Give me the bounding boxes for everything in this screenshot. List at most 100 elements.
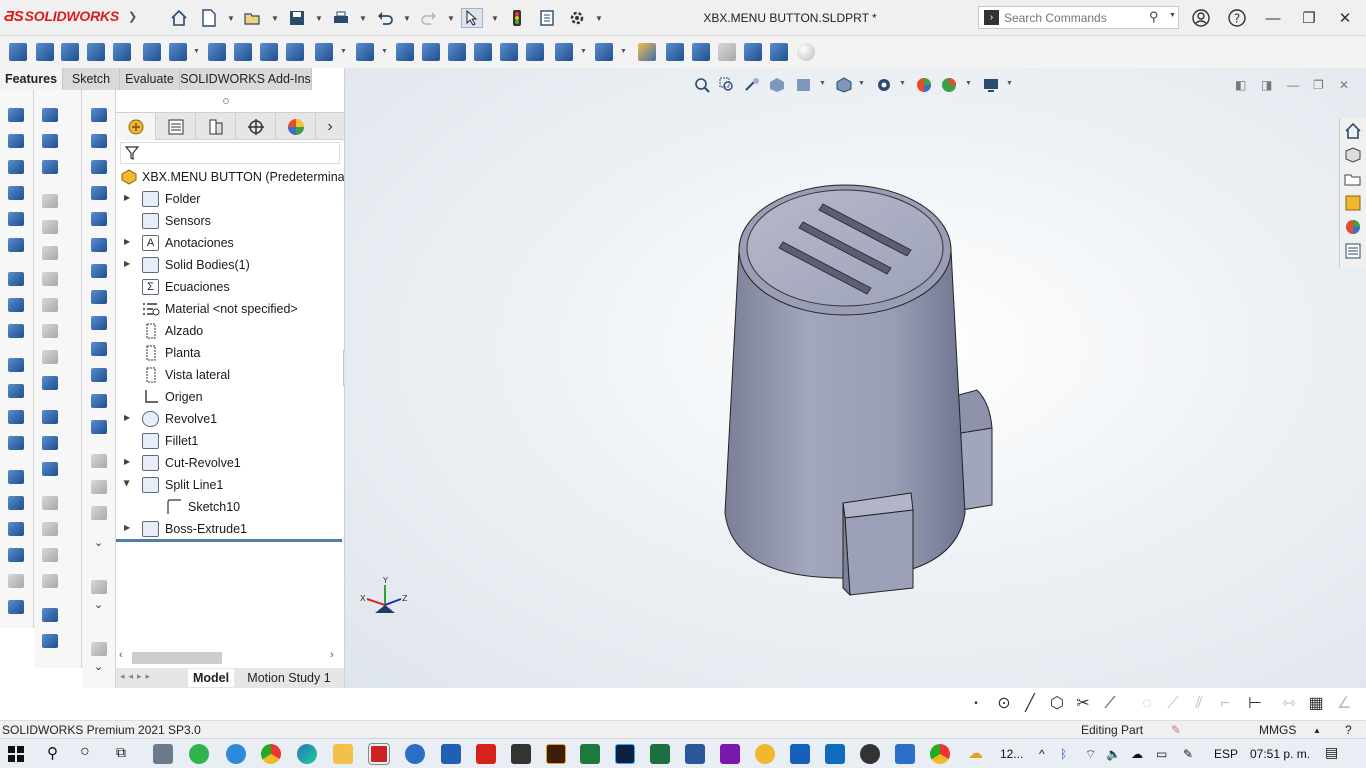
app-icon[interactable]	[405, 744, 425, 764]
strip-icon[interactable]	[89, 314, 109, 332]
volume-icon[interactable]: 🔈	[1106, 747, 1121, 761]
edge-legacy-icon[interactable]	[226, 744, 246, 764]
save-icon[interactable]	[286, 8, 308, 28]
tree-item-ecuaciones[interactable]: Σ Ecuaciones	[116, 276, 344, 298]
view-orientation-icon[interactable]	[835, 76, 853, 94]
app-icon[interactable]	[790, 744, 810, 764]
tab-motion-study[interactable]: Motion Study 1	[238, 669, 340, 687]
scene-dropdown-icon[interactable]: ▼	[965, 80, 972, 87]
bluetooth-icon[interactable]: ᛒ	[1060, 747, 1067, 761]
hole-dropdown-icon[interactable]: ▼	[193, 48, 200, 55]
swept-boss-icon[interactable]	[60, 42, 80, 62]
revolved-boss-icon[interactable]	[35, 42, 55, 62]
strip-icon[interactable]	[6, 322, 26, 340]
search-taskbar-icon[interactable]: ⚲	[47, 744, 58, 762]
whatsapp-icon[interactable]	[189, 744, 209, 764]
view-dropdown-icon[interactable]: ▼	[819, 80, 826, 87]
strip-icon[interactable]	[89, 262, 109, 280]
display-manager-tab[interactable]	[276, 113, 316, 140]
chevron-right-icon[interactable]: ›	[316, 113, 344, 140]
task-view-icon[interactable]: ⧉	[116, 744, 126, 761]
status-help-icon[interactable]: ?	[1345, 723, 1352, 737]
strip-icon[interactable]	[6, 132, 26, 150]
file-properties-icon[interactable]	[536, 8, 558, 28]
help-icon[interactable]: ?	[1225, 6, 1249, 30]
redo-icon[interactable]	[418, 8, 440, 28]
strip-icon[interactable]	[40, 434, 60, 452]
clock[interactable]: 07:51 p. m.	[1250, 747, 1310, 761]
strip-icon[interactable]	[6, 598, 26, 616]
chevron-down-icon[interactable]: ⌄	[94, 660, 103, 673]
view-settings-icon[interactable]	[982, 76, 1000, 94]
rebuild-status-icon[interactable]: ✎	[1171, 723, 1181, 737]
strip-icon[interactable]	[89, 288, 109, 306]
configuration-manager-tab[interactable]	[196, 113, 236, 140]
strip-icon[interactable]	[6, 106, 26, 124]
tree-item-fillet1[interactable]: Fillet1	[116, 430, 344, 452]
strip-icon[interactable]	[40, 546, 60, 564]
tree-item-split-line1[interactable]: ▶ Split Line1	[116, 474, 344, 496]
corner-icon[interactable]: ⌐	[1215, 694, 1235, 714]
restore-window-icon[interactable]: ❐	[1297, 6, 1321, 30]
tree-item-anotaciones[interactable]: ▶ A Anotaciones	[116, 232, 344, 254]
chamfer-sketch-icon[interactable]: ⟋	[1163, 694, 1183, 714]
fillet-dropdown-icon[interactable]: ▼	[340, 48, 347, 55]
previous-view-icon[interactable]	[743, 76, 761, 94]
tab-sketch[interactable]: Sketch	[63, 68, 120, 90]
home-icon[interactable]	[168, 8, 190, 28]
curves-icon[interactable]	[594, 42, 614, 62]
tab-model[interactable]: Model	[188, 669, 234, 687]
custom-properties-icon[interactable]	[1344, 242, 1362, 260]
strip-icon[interactable]	[6, 468, 26, 486]
strip-icon[interactable]	[6, 494, 26, 512]
strip-icon[interactable]	[40, 158, 60, 176]
minimize-window-icon[interactable]: —	[1261, 6, 1285, 30]
battery-icon[interactable]: ▭	[1156, 747, 1167, 761]
chevron-down-icon[interactable]: ⌄	[94, 598, 103, 611]
pen-icon[interactable]: ✎	[1183, 747, 1193, 761]
strip-icon[interactable]	[6, 434, 26, 452]
strip-icon[interactable]	[40, 322, 60, 340]
strip-icon[interactable]	[6, 546, 26, 564]
expand-arrow-icon[interactable]: ▶	[124, 457, 130, 466]
strip-icon[interactable]	[6, 520, 26, 538]
search-icon[interactable]: ⚲	[1149, 9, 1159, 25]
offset-icon[interactable]: ⫽	[1189, 694, 1209, 714]
curves-dropdown-icon[interactable]: ▼	[620, 48, 627, 55]
cortana-icon[interactable]: ○	[80, 743, 90, 761]
open-icon[interactable]	[242, 8, 264, 28]
display-dropdown-icon[interactable]: ▼	[899, 80, 906, 87]
line-icon[interactable]: ╱	[1020, 694, 1040, 714]
file-explorer-taskbar-icon[interactable]	[333, 744, 353, 764]
tree-item-material[interactable]: Material <not specified>	[116, 298, 344, 320]
material-sphere-icon[interactable]	[796, 42, 816, 62]
horizontal-scrollbar[interactable]: ‹ ›	[116, 649, 344, 665]
print-icon[interactable]	[330, 8, 352, 28]
strip-icon[interactable]	[6, 184, 26, 202]
strip-icon[interactable]	[89, 184, 109, 202]
strip-icon[interactable]	[40, 460, 60, 478]
chevron-right-icon[interactable]: ❯	[128, 10, 137, 23]
tree-filter-field[interactable]	[120, 142, 340, 164]
strip-icon[interactable]	[6, 236, 26, 254]
undo-icon[interactable]	[374, 8, 396, 28]
linear-dimension-icon[interactable]: ⇿	[1279, 694, 1299, 714]
tree-item-planta[interactable]: Planta	[116, 342, 344, 364]
notifications-icon[interactable]: ▤	[1325, 744, 1338, 761]
apply-scene-icon[interactable]	[940, 76, 958, 94]
weather-icon[interactable]: ☁	[968, 744, 983, 762]
extruded-cut-icon[interactable]	[142, 42, 162, 62]
tree-item-revolve1[interactable]: ▶ Revolve1	[116, 408, 344, 430]
photoshop-icon[interactable]	[615, 744, 635, 764]
strip-icon[interactable]	[89, 366, 109, 384]
strip-icon[interactable]	[6, 210, 26, 228]
property-manager-tab[interactable]	[156, 113, 196, 140]
strip-icon[interactable]	[40, 632, 60, 650]
edit-appearance-icon[interactable]	[915, 76, 933, 94]
tab-features[interactable]: Features	[0, 68, 63, 90]
strip-icon[interactable]	[40, 192, 60, 210]
strip-icon[interactable]	[40, 494, 60, 512]
collapse-arrow-icon[interactable]: ▶	[123, 480, 132, 486]
photos-icon[interactable]	[895, 744, 915, 764]
tree-item-sketch10[interactable]: Sketch10	[116, 496, 344, 518]
